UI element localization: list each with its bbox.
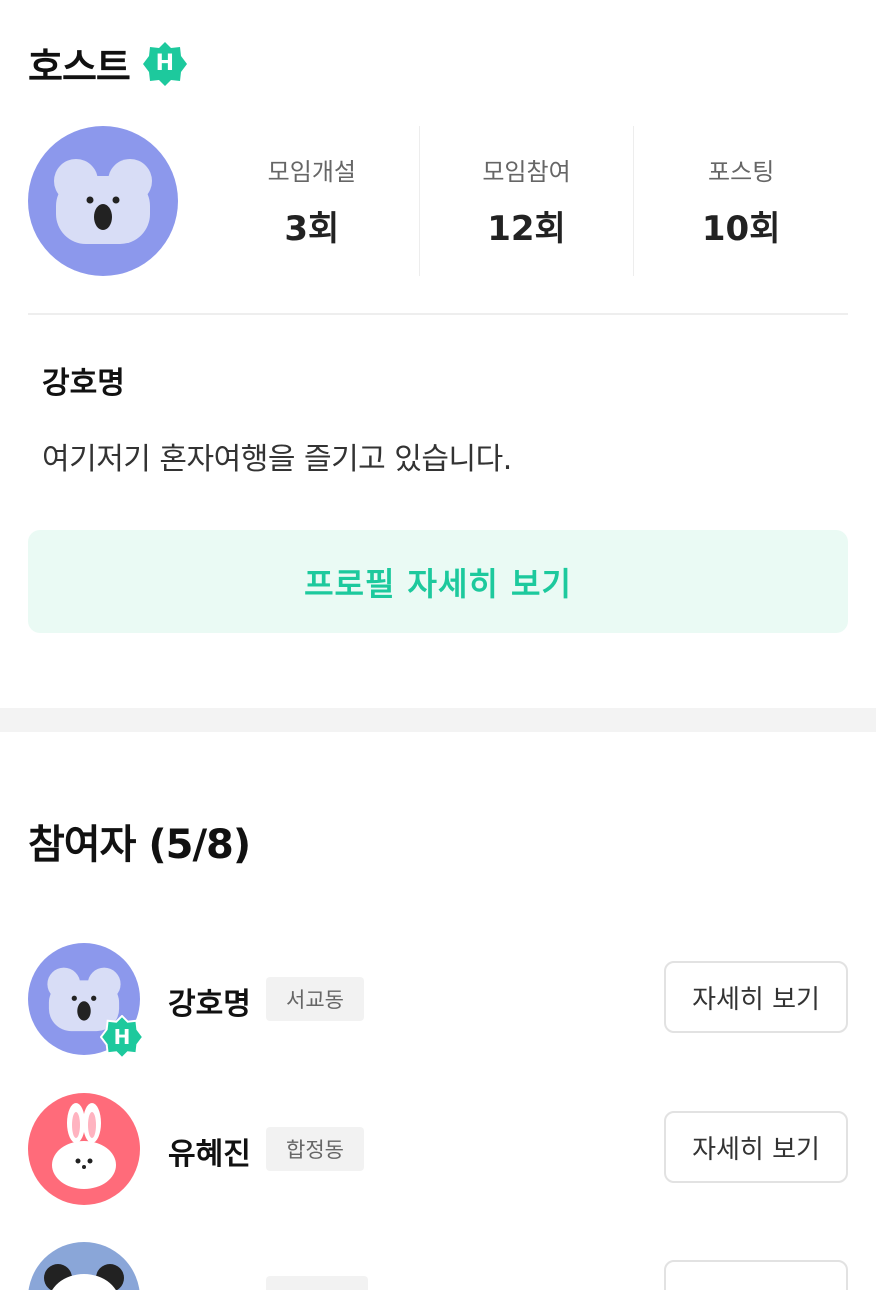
stat-value: 10회 bbox=[701, 209, 781, 249]
stat-meetings-created: 모임개설 3회 bbox=[205, 126, 419, 276]
section-divider bbox=[28, 313, 848, 315]
host-section-header: 호스트 H bbox=[28, 36, 188, 91]
stat-postings: 포스팅 10회 bbox=[633, 126, 848, 276]
participant-location-badge: 합정동 bbox=[266, 1127, 364, 1171]
stat-label: 모임개설 bbox=[267, 158, 356, 186]
participant-name: 유혜진 bbox=[168, 1137, 251, 1172]
view-details-button[interactable]: 자세히 보기 bbox=[664, 961, 848, 1033]
participant-avatar[interactable] bbox=[28, 1242, 140, 1290]
view-profile-button[interactable]: 프로필 자세히 보기 bbox=[28, 530, 848, 633]
host-avatar[interactable] bbox=[28, 126, 178, 276]
view-details-button[interactable]: 자세히 보기 bbox=[664, 1111, 848, 1183]
host-title: 호스트 bbox=[28, 45, 131, 89]
stat-value: 3회 bbox=[284, 209, 340, 249]
host-badge-icon: H bbox=[100, 1015, 144, 1059]
stat-label: 포스팅 bbox=[708, 158, 775, 186]
participants-title: 참여자 (5/8) bbox=[28, 822, 251, 868]
participant-row: H 강호명 서교동 자세히 보기 bbox=[28, 943, 848, 1059]
stat-value: 12회 bbox=[487, 209, 566, 249]
koala-avatar-icon bbox=[54, 159, 152, 244]
stat-meetings-joined: 모임참여 12회 bbox=[418, 126, 634, 276]
view-details-button[interactable] bbox=[664, 1260, 848, 1290]
host-name: 강호명 bbox=[42, 366, 125, 401]
participant-location-badge: 서교동 bbox=[266, 977, 364, 1021]
host-badge-letter: H bbox=[155, 51, 175, 76]
section-separator bbox=[0, 708, 876, 732]
host-badge-icon: H bbox=[142, 41, 188, 87]
participant-row: 유혜진 합정동 자세히 보기 bbox=[28, 1093, 848, 1205]
participant-location-badge bbox=[266, 1276, 368, 1290]
host-bio: 여기저기 혼자여행을 즐기고 있습니다. bbox=[42, 442, 512, 477]
participant-row bbox=[28, 1242, 848, 1290]
host-badge-letter: H bbox=[113, 1025, 131, 1049]
participant-name: 강호명 bbox=[168, 987, 251, 1022]
participant-avatar[interactable] bbox=[28, 1093, 140, 1205]
panda-avatar-icon bbox=[44, 1264, 124, 1290]
stat-label: 모임참여 bbox=[482, 158, 571, 186]
host-stats: 모임개설 3회 모임참여 12회 포스팅 10회 bbox=[205, 126, 848, 276]
rabbit-avatar-icon bbox=[52, 1103, 116, 1189]
